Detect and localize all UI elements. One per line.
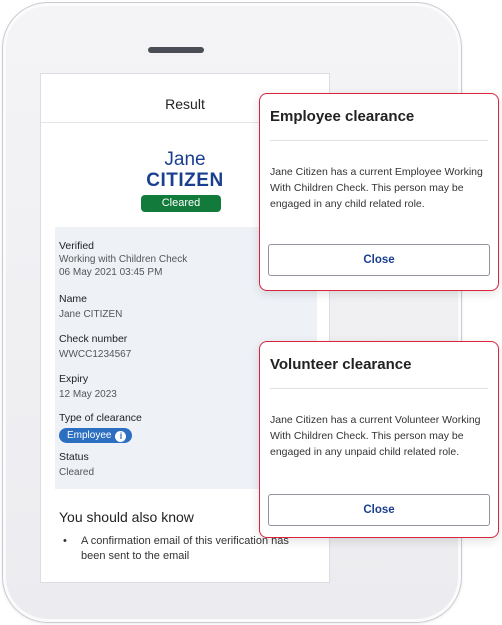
also-know-heading: You should also know	[59, 509, 194, 525]
check-number-field: Check number WWCC1234567	[59, 332, 131, 361]
expiry-field: Expiry 12 May 2023	[59, 372, 117, 401]
volunteer-popup-title: Volunteer clearance	[270, 356, 412, 373]
volunteer-clearance-popup: Volunteer clearance Jane Citizen has a c…	[259, 341, 499, 538]
check-number-value: WWCC1234567	[59, 349, 132, 360]
status-label: Status	[59, 451, 89, 463]
expiry-label: Expiry	[59, 373, 89, 385]
employee-clearance-popup: Employee clearance Jane Citizen has a cu…	[259, 93, 499, 291]
status-value: Cleared	[59, 467, 95, 478]
employee-popup-body: Jane Citizen has a current Employee Work…	[270, 166, 483, 210]
employee-popup-divider	[270, 140, 488, 141]
name-label: Name	[59, 293, 88, 305]
verified-value-line1: Working with Children Check	[59, 254, 188, 265]
clearance-type-value: Employee	[67, 430, 112, 441]
verified-label: Verified	[59, 240, 95, 252]
bullet-marker: •	[63, 535, 67, 547]
verified-value-line2: 06 May 2021 03:45 PM	[59, 267, 163, 278]
volunteer-popup-divider	[270, 388, 488, 389]
check-number-label: Check number	[59, 333, 128, 345]
verified-field: Verified Working with Children Check 06 …	[59, 239, 187, 279]
status-field: Status Cleared	[59, 450, 94, 479]
name-field: Name Jane CITIZEN	[59, 292, 122, 321]
clearance-type-badge[interactable]: Employee i	[59, 428, 133, 443]
employee-close-button[interactable]: Close	[268, 244, 490, 276]
employee-popup-title: Employee clearance	[270, 108, 415, 125]
clearance-type-label: Type of clearance	[59, 412, 142, 424]
clearance-type-field: Type of clearance Employee i	[59, 411, 142, 443]
volunteer-close-button[interactable]: Close	[268, 494, 490, 526]
phone-speaker	[148, 47, 204, 53]
cleared-status-badge: Cleared	[141, 195, 221, 212]
info-icon[interactable]: i	[115, 431, 127, 442]
volunteer-popup-body: Jane Citizen has a current Volunteer Wor…	[270, 414, 481, 458]
expiry-value: 12 May 2023	[59, 389, 117, 400]
list-item: A confirmation email of this verificatio…	[81, 535, 289, 562]
name-value: Jane CITIZEN	[59, 309, 123, 320]
